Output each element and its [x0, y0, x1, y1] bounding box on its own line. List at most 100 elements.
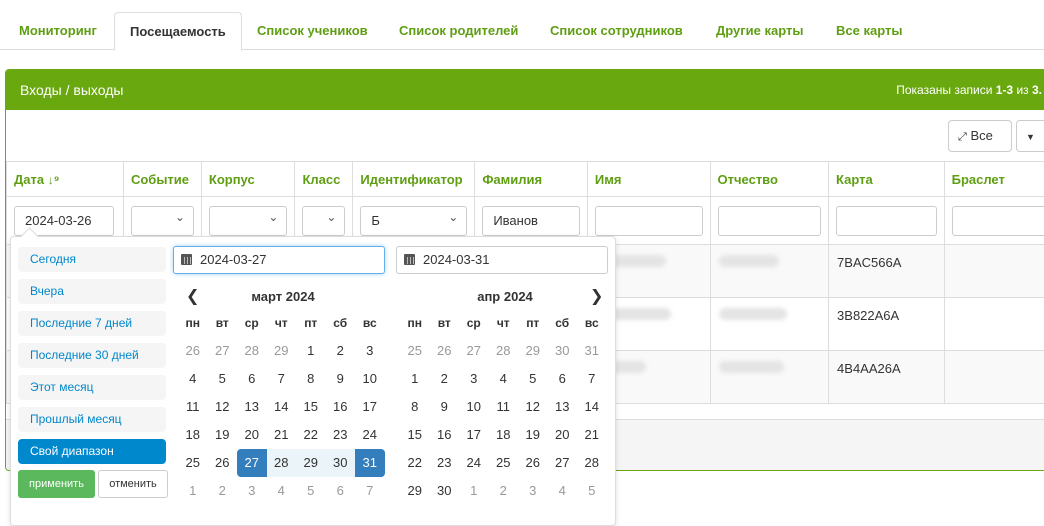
- range-last-30-days[interactable]: Последние 30 дней: [18, 343, 166, 368]
- col-patronymic[interactable]: Отчество: [710, 162, 829, 197]
- calendar-day[interactable]: 13: [548, 393, 578, 421]
- tab-students[interactable]: Список учеников: [242, 12, 383, 51]
- calendar-day[interactable]: 4: [267, 477, 297, 505]
- calendar-day[interactable]: 28: [237, 337, 267, 365]
- calendar-day[interactable]: 24: [459, 449, 489, 477]
- calendar-day[interactable]: 1: [400, 365, 430, 393]
- calendar-day[interactable]: 28: [267, 449, 297, 477]
- calendar-day[interactable]: 19: [208, 421, 238, 449]
- range-today[interactable]: Сегодня: [18, 247, 166, 272]
- calendar-day[interactable]: 15: [400, 421, 430, 449]
- calendar-day[interactable]: 5: [577, 477, 607, 505]
- calendar-day[interactable]: 1: [178, 477, 208, 505]
- calendar-day[interactable]: 9: [326, 365, 356, 393]
- calendar-day[interactable]: 30: [430, 477, 460, 505]
- calendar-day[interactable]: 26: [518, 449, 548, 477]
- col-date[interactable]: Дата ↓⁹: [7, 162, 124, 197]
- calendar-day[interactable]: 30: [548, 337, 578, 365]
- col-identifier[interactable]: Идентификатор: [353, 162, 475, 197]
- calendar-day[interactable]: 7: [355, 477, 385, 505]
- calendar-day[interactable]: 12: [518, 393, 548, 421]
- col-event[interactable]: Событие: [123, 162, 201, 197]
- calendar-day[interactable]: 23: [430, 449, 460, 477]
- calendar-day[interactable]: 4: [178, 365, 208, 393]
- calendar-day[interactable]: 1: [459, 477, 489, 505]
- calendar-day[interactable]: 25: [178, 449, 208, 477]
- calendar-day[interactable]: 14: [577, 393, 607, 421]
- calendar-day[interactable]: 5: [208, 365, 238, 393]
- apply-button[interactable]: применить: [18, 470, 95, 498]
- calendar-day[interactable]: 2: [430, 365, 460, 393]
- calendar-day[interactable]: 6: [237, 365, 267, 393]
- calendar-day[interactable]: 28: [489, 337, 519, 365]
- next-month-icon[interactable]: ❯: [590, 286, 603, 306]
- calendar-day[interactable]: 22: [296, 421, 326, 449]
- calendar-day[interactable]: 18: [489, 421, 519, 449]
- calendar-day[interactable]: 21: [267, 421, 297, 449]
- col-building[interactable]: Корпус: [201, 162, 295, 197]
- card-filter-input[interactable]: [836, 206, 937, 236]
- calendar-day[interactable]: 10: [459, 393, 489, 421]
- calendar-day[interactable]: 5: [296, 477, 326, 505]
- calendar-day[interactable]: 4: [548, 477, 578, 505]
- tab-other-cards[interactable]: Другие карты: [701, 12, 818, 51]
- calendar-day[interactable]: 27: [548, 449, 578, 477]
- calendar-day[interactable]: 3: [237, 477, 267, 505]
- tab-monitoring[interactable]: Мониторинг: [4, 12, 112, 51]
- range-last-7-days[interactable]: Последние 7 дней: [18, 311, 166, 336]
- calendar-day[interactable]: 2: [208, 477, 238, 505]
- range-custom[interactable]: Свой диапазон: [18, 439, 166, 464]
- calendar-day[interactable]: 18: [178, 421, 208, 449]
- calendar-day[interactable]: 22: [400, 449, 430, 477]
- calendar-day[interactable]: 8: [296, 365, 326, 393]
- calendar-day[interactable]: 4: [489, 365, 519, 393]
- calendar-day[interactable]: 2: [489, 477, 519, 505]
- tab-staff[interactable]: Список сотрудников: [535, 12, 698, 51]
- tab-all-cards[interactable]: Все карты: [821, 12, 917, 51]
- calendar-day[interactable]: 1: [296, 337, 326, 365]
- start-date-input[interactable]: 2024-03-27: [173, 246, 385, 274]
- col-card[interactable]: Карта: [829, 162, 945, 197]
- event-filter-select[interactable]: [131, 206, 194, 236]
- calendar-day[interactable]: 25: [400, 337, 430, 365]
- calendar-day[interactable]: 15: [296, 393, 326, 421]
- calendar-day[interactable]: 20: [237, 421, 267, 449]
- calendar-day[interactable]: 17: [355, 393, 385, 421]
- calendar-day[interactable]: 30: [326, 449, 356, 477]
- calendar-day[interactable]: 11: [178, 393, 208, 421]
- calendar-day[interactable]: 21: [577, 421, 607, 449]
- calendar-day[interactable]: 10: [355, 365, 385, 393]
- calendar-day[interactable]: 26: [178, 337, 208, 365]
- calendar-day[interactable]: 11: [489, 393, 519, 421]
- col-class[interactable]: Класс: [295, 162, 353, 197]
- show-all-button[interactable]: ⤢ Все: [948, 120, 1012, 152]
- identifier-filter-select[interactable]: Б: [360, 206, 467, 236]
- calendar-day[interactable]: 17: [459, 421, 489, 449]
- calendar-day[interactable]: 12: [208, 393, 238, 421]
- col-lastname[interactable]: Фамилия: [475, 162, 588, 197]
- calendar-day[interactable]: 27: [459, 337, 489, 365]
- calendar-day[interactable]: 13: [237, 393, 267, 421]
- export-dropdown-button[interactable]: ▼: [1016, 120, 1044, 152]
- range-this-month[interactable]: Этот месяц: [18, 375, 166, 400]
- calendar-day[interactable]: 2: [326, 337, 356, 365]
- calendar-day[interactable]: 27: [208, 337, 238, 365]
- calendar-day[interactable]: 24: [355, 421, 385, 449]
- calendar-day[interactable]: 3: [518, 477, 548, 505]
- building-filter-select[interactable]: [209, 206, 288, 236]
- calendar-day[interactable]: 16: [326, 393, 356, 421]
- calendar-day[interactable]: 7: [577, 365, 607, 393]
- calendar-day[interactable]: 29: [296, 449, 326, 477]
- tab-parents[interactable]: Список родителей: [384, 12, 533, 51]
- calendar-day[interactable]: 6: [548, 365, 578, 393]
- calendar-day[interactable]: 20: [548, 421, 578, 449]
- calendar-day[interactable]: 23: [326, 421, 356, 449]
- calendar-day[interactable]: 26: [430, 337, 460, 365]
- range-last-month[interactable]: Прошлый месяц: [18, 407, 166, 432]
- end-date-input[interactable]: 2024-03-31: [396, 246, 608, 274]
- range-yesterday[interactable]: Вчера: [18, 279, 166, 304]
- calendar-day[interactable]: 5: [518, 365, 548, 393]
- patronymic-filter-input[interactable]: [718, 206, 822, 236]
- lastname-filter-input[interactable]: Иванов: [482, 206, 580, 236]
- calendar-day[interactable]: 3: [459, 365, 489, 393]
